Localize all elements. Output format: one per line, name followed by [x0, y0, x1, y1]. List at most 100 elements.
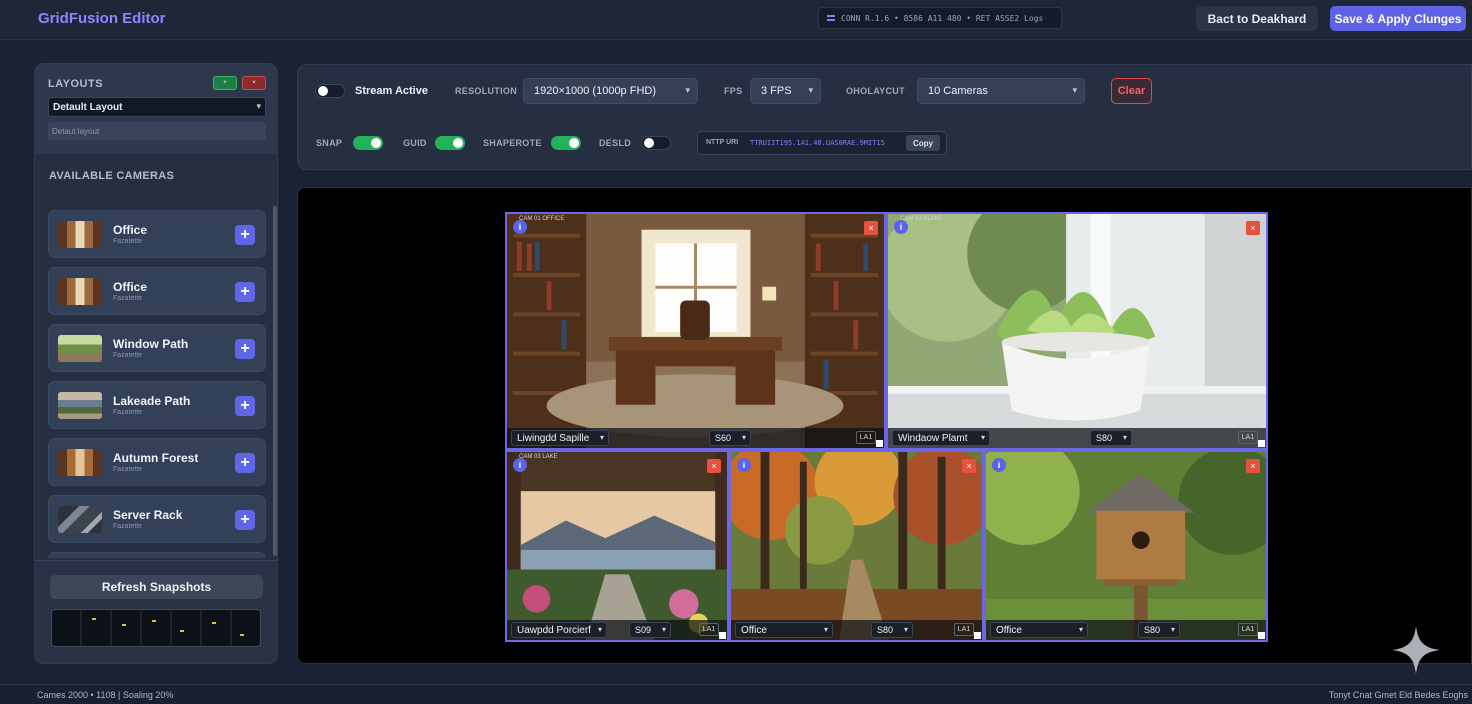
tile-fps-value: S09 — [635, 625, 652, 635]
layout-select[interactable]: Detault Layout ▾ — [48, 97, 266, 117]
camera-card-autumn-forest[interactable]: Autumn Forest Fazatette + — [48, 438, 266, 486]
info-icon[interactable]: i — [992, 458, 1006, 472]
resolution-select[interactable]: 1920×1000 (1000p FHD) ▾ — [523, 78, 698, 104]
tile-fps-select[interactable]: S09 ▾ — [629, 622, 671, 638]
camera-subtitle: Fazatette — [113, 466, 143, 473]
add-layout-button[interactable]: + — [213, 76, 237, 90]
toggle-knob — [644, 138, 654, 148]
tile-layer-badge[interactable]: LA1 — [1238, 623, 1258, 636]
add-camera-button[interactable]: + — [235, 225, 255, 245]
tile-source-select[interactable]: Office ▾ — [735, 622, 833, 638]
stream-active-label: Stream Active — [355, 85, 428, 97]
resize-handle[interactable] — [974, 632, 981, 639]
camera-layout-select[interactable]: 10 Cameras ▾ — [917, 78, 1085, 104]
top-bar: GridFusion Editor CONN R.1.6 • 8586 A11 … — [0, 0, 1472, 40]
tile-fps-select[interactable]: S80 ▾ — [1090, 430, 1132, 446]
tile-source-select[interactable]: Uawpdd Porcierf ▾ — [511, 622, 607, 638]
plant-feed-image — [888, 214, 1266, 448]
snap-label: SNAP — [316, 138, 343, 148]
resize-handle[interactable] — [876, 440, 883, 447]
back-to-dashboard-button[interactable]: Bact to Deakhard — [1196, 6, 1318, 31]
camera-tile-office[interactable]: CAM 01 OFFICE i × Liwingdd Sapille ▾ S60… — [505, 212, 886, 450]
toggle-knob — [453, 138, 463, 148]
info-icon[interactable]: i — [894, 220, 908, 234]
chevron-down-icon: ▾ — [1078, 625, 1083, 634]
fps-select[interactable]: 3 FPS ▾ — [750, 78, 821, 104]
url-label: NTTP URI — [706, 139, 739, 146]
camera-name: Window Path — [113, 337, 189, 351]
camera-tile-birdhouse[interactable]: i × Office ▾ S80 ▾ LA1 — [984, 450, 1268, 642]
tile-control-bar: Office ▾ S80 ▾ LA1 — [731, 620, 982, 640]
snapshot-toggle[interactable] — [551, 136, 581, 150]
camera-list-scrollbar[interactable] — [273, 206, 277, 556]
add-camera-button[interactable]: + — [235, 396, 255, 416]
remove-tile-button[interactable]: × — [1246, 221, 1260, 235]
remove-tile-button[interactable]: × — [1246, 459, 1260, 473]
available-cameras-title: AVAILABLE CAMERAS — [49, 170, 175, 182]
tile-fps-select[interactable]: S80 ▾ — [1138, 622, 1180, 638]
resize-handle[interactable] — [1258, 440, 1265, 447]
remove-tile-button[interactable]: × — [707, 459, 721, 473]
copy-url-button[interactable]: Copy — [906, 135, 940, 151]
camera-tile-window-plant[interactable]: CAM 02 PLANT i × Windaow Plamt ▾ S80 ▾ L… — [886, 212, 1268, 450]
resize-handle[interactable] — [1258, 632, 1265, 639]
info-icon[interactable]: i — [513, 220, 527, 234]
camera-tile-autumn-forest[interactable]: i × Office ▾ S80 ▾ LA1 — [729, 450, 984, 642]
layout-canvas[interactable]: CAM 01 OFFICE i × Liwingdd Sapille ▾ S60… — [297, 187, 1472, 664]
led-indicator — [152, 620, 156, 622]
camera-card-office-1[interactable]: Office Fazatette + — [48, 210, 266, 258]
remove-tile-button[interactable]: × — [864, 221, 878, 235]
camera-subtitle: Fazatette — [113, 352, 143, 359]
layout-name-input[interactable]: Detaut layout — [48, 122, 266, 140]
add-camera-button[interactable]: + — [235, 282, 255, 302]
resize-handle[interactable] — [719, 632, 726, 639]
camera-card-window-path[interactable]: Window Path Fazatette + — [48, 324, 266, 372]
refresh-snapshots-button[interactable]: Refresh Snapshots — [50, 575, 263, 599]
tile-source-select[interactable]: Windaow Plamt ▾ — [892, 430, 990, 446]
add-camera-button[interactable]: + — [235, 453, 255, 473]
snap-toggle[interactable] — [353, 136, 383, 150]
stream-url[interactable]: TTRUIIT195.1A1.48.UAS0RAE.9MIT15 — [750, 139, 885, 147]
led-indicator — [180, 630, 184, 632]
stream-active-toggle[interactable] — [315, 84, 345, 98]
tile-layer-badge[interactable]: LA1 — [856, 431, 876, 444]
info-icon[interactable]: i — [513, 458, 527, 472]
chevron-down-icon: ▾ — [685, 85, 690, 95]
debug-toggle[interactable] — [641, 136, 671, 150]
menu-icon — [827, 15, 835, 21]
debug-label: DESLD — [599, 138, 632, 148]
grid-toggle[interactable] — [435, 136, 465, 150]
fps-value: 3 FPS — [761, 85, 792, 97]
controls-panel: Stream Active RESOLUTION 1920×1000 (1000… — [297, 64, 1472, 170]
tile-source-select[interactable]: Liwingdd Sapille ▾ — [511, 430, 609, 446]
camera-name: Office — [113, 280, 148, 294]
camera-tile-lakeside[interactable]: CAM 03 LAKE i × Uawpdd Porcierf ▾ S09 ▾ … — [505, 450, 729, 642]
camera-card-office-2[interactable]: Office Fazatette + — [48, 267, 266, 315]
camera-card-server-rack[interactable]: Server Rack Fazatette + — [48, 495, 266, 543]
tile-layer-badge[interactable]: LA1 — [954, 623, 974, 636]
app-title: GridFusion Editor — [38, 10, 166, 27]
add-camera-button[interactable]: + — [235, 510, 255, 530]
camera-name: Office — [113, 223, 148, 237]
resolution-label: RESOLUTION — [455, 86, 518, 96]
camera-card-partial[interactable] — [48, 552, 266, 558]
camera-card-lakeside-path[interactable]: Lakeade Path Fazatette + — [48, 381, 266, 429]
tile-layer-badge[interactable]: LA1 — [1238, 431, 1258, 444]
chevron-down-icon: ▾ — [980, 433, 985, 442]
forest-feed-image — [731, 452, 982, 640]
remove-tile-button[interactable]: × — [962, 459, 976, 473]
add-camera-button[interactable]: + — [235, 339, 255, 359]
camera-subtitle: Fazatette — [113, 295, 143, 302]
tile-source-select[interactable]: Office ▾ — [990, 622, 1088, 638]
tile-fps-select[interactable]: S80 ▾ — [871, 622, 913, 638]
delete-layout-button[interactable]: × — [242, 76, 266, 90]
save-apply-button[interactable]: Save & Apply Clunges — [1330, 6, 1466, 31]
tile-layer-badge[interactable]: LA1 — [699, 623, 719, 636]
sidebar-footer: Refresh Snapshots — [35, 560, 277, 663]
layout-label: OHOLAYCUT — [846, 86, 905, 96]
tile-fps-select[interactable]: S60 ▾ — [709, 430, 751, 446]
tile-fps-value: S80 — [877, 625, 894, 635]
sparkle-icon — [1392, 626, 1440, 674]
clear-button[interactable]: Clear — [1111, 78, 1152, 104]
info-icon[interactable]: i — [737, 458, 751, 472]
